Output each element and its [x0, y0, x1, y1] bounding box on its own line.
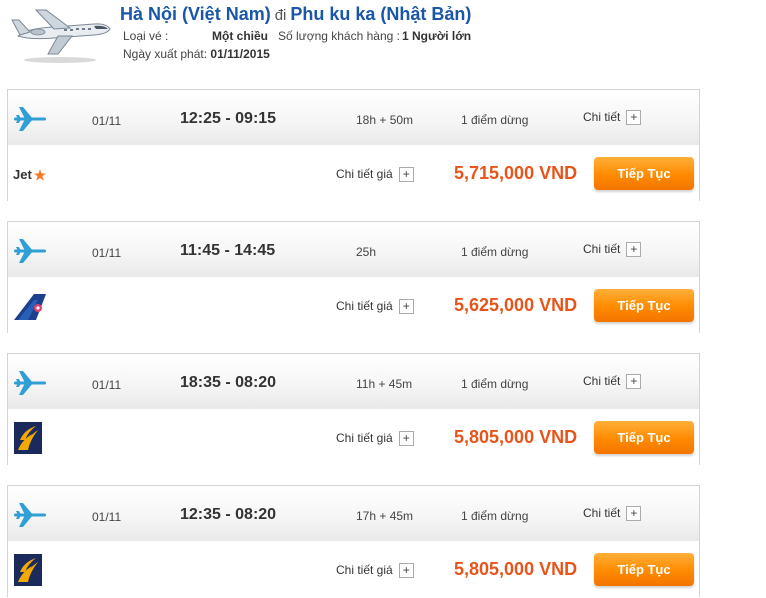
departure-label: Ngày xuất phát: — [123, 47, 208, 61]
flight-summary-row: 01/11 12:35 - 08:20 17h + 45m 1 điểm dừn… — [8, 486, 699, 541]
ticket-type-label: Loại vé : — [123, 29, 169, 43]
singapore-airlines-logo — [14, 554, 42, 586]
flight-date: 01/11 — [92, 114, 122, 128]
price-detail-toggle[interactable]: Chi tiết giá + — [336, 167, 414, 183]
airplane-icon — [14, 239, 47, 263]
flight-summary-row: 01/11 12:25 - 09:15 18h + 50m 1 điểm dừn… — [8, 90, 699, 145]
jet-plane-icon — [11, 9, 111, 63]
expand-plus-icon[interactable]: + — [626, 110, 642, 126]
price-detail-toggle[interactable]: Chi tiết giá + — [336, 299, 414, 315]
continue-button[interactable]: Tiếp Tục — [594, 157, 694, 190]
flight-price: 5,625,000 VND — [454, 295, 578, 315]
flight-stops: 1 điểm dừng — [461, 377, 529, 391]
expand-plus-icon[interactable]: + — [398, 431, 414, 447]
flight-stops: 1 điểm dừng — [461, 113, 529, 127]
flight-card: 01/11 12:25 - 09:15 18h + 50m 1 điểm dừn… — [7, 89, 700, 201]
detail-label: Chi tiết — [583, 506, 621, 520]
route-title: Hà Nội (Việt Nam) đi Phu ku ka (Nhật Bản) — [120, 4, 471, 25]
flight-summary-row: 01/11 18:35 - 08:20 11h + 45m 1 điểm dừn… — [8, 354, 699, 409]
flight-duration: 18h + 50m — [356, 113, 414, 127]
flight-duration: 25h — [356, 245, 377, 259]
flight-price-row: Jet Chi tiết giá + 5,715,000 VND Tiếp Tục — [8, 145, 699, 201]
continue-button[interactable]: Tiếp Tục — [594, 553, 694, 586]
flight-detail-toggle[interactable]: Chi tiết + — [583, 374, 642, 390]
airplane-icon — [14, 107, 47, 131]
jetstar-logo-text: Jet — [13, 167, 32, 182]
passengers-label: Số lượng khách hàng : — [278, 29, 400, 43]
flight-price: 5,805,000 VND — [454, 427, 578, 447]
expand-plus-icon[interactable]: + — [398, 299, 414, 315]
singapore-airlines-logo — [14, 422, 42, 454]
passengers-value: 1 Người lớn — [402, 29, 472, 43]
flight-times: 12:35 - 08:20 — [180, 506, 277, 523]
detail-label: Chi tiết — [583, 110, 621, 124]
expand-plus-icon[interactable]: + — [626, 374, 642, 390]
flight-price: 5,715,000 VND — [454, 163, 578, 183]
china-airlines-logo — [14, 294, 46, 320]
airplane-icon — [14, 371, 47, 395]
price-detail-toggle[interactable]: Chi tiết giá + — [336, 431, 414, 447]
price-detail-label: Chi tiết giá — [336, 431, 393, 445]
trip-meta-row: Loại vé : Một chiều Số lượng khách hàng :1… — [123, 29, 471, 43]
departure-meta-row: Ngày xuất phát: 01/11/2015 — [123, 47, 270, 61]
detail-label: Chi tiết — [583, 242, 621, 256]
flight-detail-toggle[interactable]: Chi tiết + — [583, 110, 642, 126]
origin-city: Hà Nội (Việt Nam) — [120, 4, 271, 24]
flight-date: 01/11 — [92, 378, 122, 392]
jetstar-logo: Jet — [13, 167, 46, 182]
expand-plus-icon[interactable]: + — [398, 563, 414, 579]
flight-price-row: Chi tiết giá + 5,625,000 VND Tiếp Tục — [8, 277, 699, 333]
flight-date: 01/11 — [92, 510, 122, 524]
flight-times: 18:35 - 08:20 — [180, 374, 277, 391]
flight-price-row: Chi tiết giá + 5,805,000 VND Tiếp Tục — [8, 409, 699, 465]
destination-city: Phu ku ka (Nhật Bản) — [290, 4, 472, 24]
price-detail-label: Chi tiết giá — [336, 563, 393, 577]
flight-date: 01/11 — [92, 246, 122, 260]
flight-duration: 11h + 45m — [356, 377, 413, 391]
price-detail-toggle[interactable]: Chi tiết giá + — [336, 563, 414, 579]
ticket-type-value: Một chiều — [212, 29, 268, 43]
flight-price-row: Chi tiết giá + 5,805,000 VND Tiếp Tục — [8, 541, 699, 597]
price-detail-label: Chi tiết giá — [336, 167, 393, 181]
route-connector: đi — [274, 7, 287, 24]
flight-price: 5,805,000 VND — [454, 559, 578, 579]
flight-card: 01/11 12:35 - 08:20 17h + 45m 1 điểm dừn… — [7, 485, 700, 597]
flight-detail-toggle[interactable]: Chi tiết + — [583, 242, 642, 258]
search-summary-header: Hà Nội (Việt Nam) đi Phu ku ka (Nhật Bản) … — [0, 0, 766, 70]
flight-detail-toggle[interactable]: Chi tiết + — [583, 506, 642, 522]
price-detail-label: Chi tiết giá — [336, 299, 393, 313]
continue-button[interactable]: Tiếp Tục — [594, 289, 694, 322]
flight-stops: 1 điểm dừng — [461, 245, 529, 259]
flight-card: 01/11 11:45 - 14:45 25h 1 điểm dừng Chi … — [7, 221, 700, 333]
expand-plus-icon[interactable]: + — [398, 167, 414, 183]
expand-plus-icon[interactable]: + — [626, 242, 642, 258]
airplane-icon — [14, 503, 47, 527]
flight-times: 11:45 - 14:45 — [180, 242, 276, 259]
detail-label: Chi tiết — [583, 374, 621, 388]
flight-card: 01/11 18:35 - 08:20 11h + 45m 1 điểm dừn… — [7, 353, 700, 465]
flight-stops: 1 điểm dừng — [461, 509, 529, 523]
expand-plus-icon[interactable]: + — [626, 506, 642, 522]
flight-times: 12:25 - 09:15 — [180, 110, 277, 127]
flight-summary-row: 01/11 11:45 - 14:45 25h 1 điểm dừng Chi … — [8, 222, 699, 277]
continue-button[interactable]: Tiếp Tục — [594, 421, 694, 454]
flight-duration: 17h + 45m — [356, 509, 414, 523]
departure-value: 01/11/2015 — [210, 47, 270, 61]
